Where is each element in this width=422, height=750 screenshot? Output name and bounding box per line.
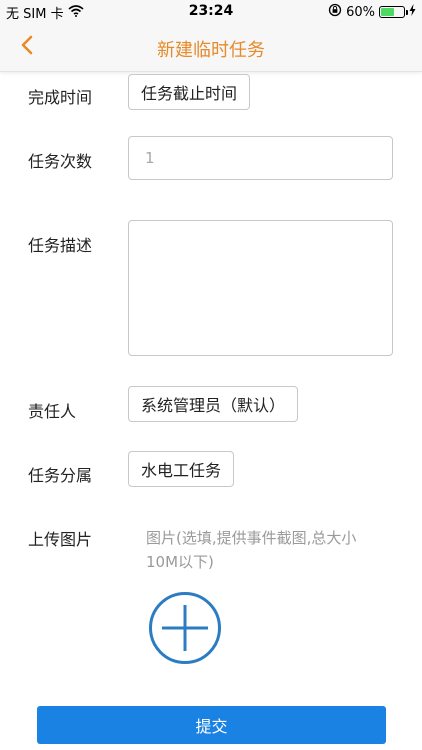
page-title: 新建临时任务 — [157, 40, 265, 61]
status-right: 60% — [328, 3, 416, 21]
charging-bolt-icon — [409, 4, 416, 20]
upload-label: 上传图片 — [28, 530, 93, 549]
upload-hint: 图片(选填,提供事件截图,总大小10M以下) — [146, 529, 357, 571]
plus-circle-icon — [148, 592, 222, 669]
task-count-label: 任务次数 — [28, 152, 93, 171]
category-label: 任务分属 — [28, 466, 93, 485]
add-photo-button[interactable] — [148, 591, 222, 665]
task-desc-label: 任务描述 — [28, 236, 93, 255]
task-desc-textarea[interactable] — [128, 220, 393, 356]
battery-icon — [379, 6, 408, 18]
status-bar: 无 SIM 卡 23:24 60% — [0, 0, 422, 22]
battery-percent: 60% — [346, 4, 375, 20]
category-selector[interactable]: 水电工任务 — [128, 451, 235, 487]
submit-button[interactable]: 提交 — [37, 706, 386, 744]
rotation-lock-icon — [328, 3, 342, 21]
task-count-input[interactable] — [128, 136, 393, 180]
nav-bar: 新建临时任务 — [0, 22, 422, 72]
finish-time-picker[interactable]: 任务截止时间 — [128, 74, 251, 110]
responsible-label: 责任人 — [28, 402, 77, 421]
finish-time-label: 完成时间 — [28, 88, 93, 107]
responsible-selector[interactable]: 系统管理员（默认） — [128, 386, 299, 422]
